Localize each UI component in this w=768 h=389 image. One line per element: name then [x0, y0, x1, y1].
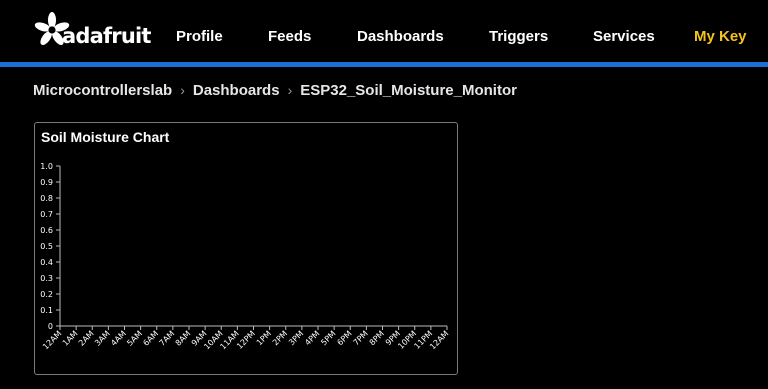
- nav-feeds[interactable]: Feeds: [268, 28, 311, 45]
- x-tick-label: 6AM: [141, 329, 160, 348]
- y-tick-label: 0.5: [40, 242, 53, 251]
- nav-my-key[interactable]: My Key: [694, 28, 747, 45]
- x-tick-label: 4PM: [303, 329, 321, 347]
- y-tick-label: 0.8: [40, 194, 53, 203]
- nav-profile[interactable]: Profile: [176, 28, 223, 45]
- x-tick-label: 2PM: [271, 329, 289, 347]
- x-tick-label: 3PM: [287, 329, 305, 347]
- x-tick-label: 5PM: [319, 329, 337, 347]
- y-tick-label: 0.4: [40, 258, 53, 267]
- x-tick-label: 4AM: [109, 329, 128, 348]
- x-tick-label: 7PM: [352, 329, 370, 347]
- y-tick-label: 0.7: [40, 210, 53, 219]
- y-tick-label: 0.1: [40, 306, 53, 315]
- y-tick-label: 0.9: [40, 178, 53, 187]
- x-tick-label: 8PM: [368, 329, 386, 347]
- top-navbar: adafruit Profile Feeds Dashboards Trigge…: [0, 0, 768, 62]
- x-tick-label: 12AM: [428, 329, 450, 351]
- y-tick-label: 0.3: [40, 274, 53, 283]
- x-tick-label: 5AM: [125, 329, 144, 348]
- x-tick-label: 1PM: [255, 329, 273, 347]
- x-tick-label: 3AM: [93, 329, 112, 348]
- breadcrumb-current-dashboard: ESP32_Soil_Moisture_Monitor: [300, 81, 517, 99]
- x-tick-label: 6PM: [335, 329, 353, 347]
- y-tick-label: 1.0: [40, 162, 53, 171]
- breadcrumb-separator: ›: [180, 82, 185, 98]
- breadcrumb: Microcontrollerslab › Dashboards › ESP32…: [33, 81, 517, 99]
- y-tick-label: 0: [48, 322, 53, 331]
- nav-triggers[interactable]: Triggers: [489, 28, 548, 45]
- breadcrumb-user[interactable]: Microcontrollerslab: [33, 82, 172, 99]
- breadcrumb-separator: ›: [287, 82, 293, 98]
- main-nav: Profile Feeds Dashboards Triggers Servic…: [0, 28, 768, 48]
- soil-moisture-chart: 1.00.90.80.70.60.50.40.30.20.1012AM1AM2A…: [40, 162, 450, 351]
- chart-block[interactable]: Soil Moisture Chart 1.0 0.9 0.8 0.7 0.6 0.5 0.…: [34, 122, 458, 375]
- y-tick-label: 0.6: [40, 226, 53, 235]
- nav-divider: [0, 62, 768, 67]
- x-tick-label: 7AM: [158, 329, 177, 348]
- x-tick-label: 1AM: [61, 329, 80, 348]
- x-tick-label: 12AM: [41, 329, 63, 351]
- nav-dashboards[interactable]: Dashboards: [357, 28, 444, 45]
- x-tick-label: 8AM: [174, 329, 193, 348]
- x-tick-label: 12PM: [235, 329, 257, 351]
- x-tick-label: 2AM: [77, 329, 96, 348]
- nav-services[interactable]: Services: [593, 28, 655, 45]
- y-tick-label: 0.2: [40, 290, 53, 299]
- breadcrumb-dashboards[interactable]: Dashboards: [193, 82, 280, 99]
